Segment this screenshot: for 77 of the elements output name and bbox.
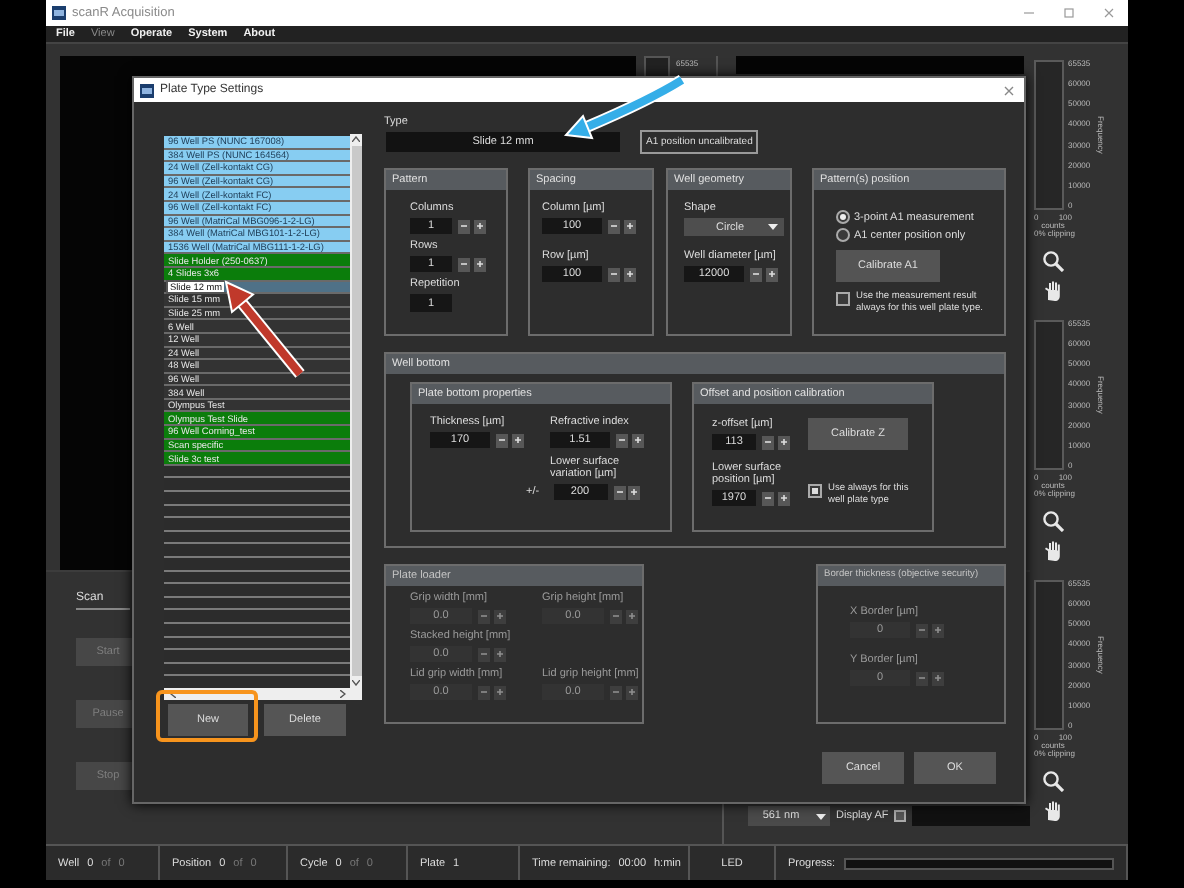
minus-button[interactable]	[458, 257, 470, 271]
plus-icon	[495, 688, 503, 696]
minus-icon	[612, 612, 620, 620]
caret-left-icon	[170, 690, 176, 698]
search-icon[interactable]	[1042, 770, 1064, 792]
radio-button[interactable]	[836, 228, 850, 242]
search-icon[interactable]	[1042, 510, 1064, 532]
minus-icon	[752, 270, 760, 278]
caret-down-icon	[352, 680, 360, 686]
plus-icon	[475, 260, 483, 268]
minus-button[interactable]	[608, 267, 620, 281]
plus-icon	[495, 650, 503, 658]
plus-icon	[633, 436, 641, 444]
minus-button[interactable]	[608, 219, 620, 233]
plus-button[interactable]	[623, 219, 635, 233]
plus-icon	[767, 270, 775, 278]
checkbox[interactable]	[894, 810, 907, 822]
minus-button[interactable]	[613, 485, 625, 499]
minus-button[interactable]	[750, 267, 762, 281]
minus-button[interactable]	[616, 433, 628, 447]
app-icon	[140, 83, 154, 97]
plus-icon	[495, 612, 503, 620]
plus-button[interactable]	[777, 491, 789, 505]
minus-icon	[612, 688, 620, 696]
minus-icon	[615, 488, 623, 496]
caret-right-icon	[340, 690, 346, 698]
minus-icon	[764, 494, 772, 502]
close-icon[interactable]	[1004, 85, 1014, 95]
hand-icon[interactable]	[1042, 540, 1064, 562]
plus-icon	[625, 270, 633, 278]
minus-button[interactable]	[458, 219, 470, 233]
caret-down-icon	[768, 224, 778, 230]
plus-icon	[630, 488, 638, 496]
plus-icon	[475, 222, 483, 230]
minus-icon	[764, 438, 772, 446]
minus-icon	[918, 626, 926, 634]
radio-button[interactable]	[836, 210, 850, 224]
minus-icon	[610, 222, 618, 230]
minus-button[interactable]	[496, 433, 508, 447]
vertical-scrollbar[interactable]	[350, 134, 362, 688]
search-icon[interactable]	[1042, 250, 1064, 272]
plus-icon	[627, 612, 635, 620]
minus-icon	[618, 436, 626, 444]
plus-icon	[779, 494, 787, 502]
plus-button[interactable]	[511, 433, 523, 447]
plus-icon	[513, 436, 521, 444]
plus-button[interactable]	[765, 267, 777, 281]
minus-icon	[480, 688, 488, 696]
checkbox[interactable]	[836, 292, 850, 306]
close-icon[interactable]	[1104, 8, 1114, 18]
minus-icon	[480, 650, 488, 658]
plus-button[interactable]	[473, 257, 485, 271]
minus-button[interactable]	[762, 435, 774, 449]
plus-icon	[933, 626, 941, 634]
plus-button[interactable]	[628, 485, 640, 499]
minus-icon	[498, 436, 506, 444]
minus-button[interactable]	[762, 491, 774, 505]
plus-button[interactable]	[777, 435, 789, 449]
af-display	[912, 806, 1030, 826]
plus-button[interactable]	[631, 433, 643, 447]
plus-icon	[933, 674, 941, 682]
checkbox[interactable]	[808, 484, 822, 498]
hand-icon[interactable]	[1042, 280, 1064, 302]
plus-icon	[625, 222, 633, 230]
minus-icon	[480, 612, 488, 620]
app-icon	[52, 6, 66, 20]
minus-icon	[918, 674, 926, 682]
minus-icon	[460, 222, 468, 230]
plus-icon	[627, 688, 635, 696]
caret-up-icon	[352, 136, 360, 142]
caret-down-icon	[816, 813, 826, 819]
plus-button[interactable]	[473, 219, 485, 233]
minus-icon	[610, 270, 618, 278]
plus-icon	[779, 438, 787, 446]
hand-icon[interactable]	[1042, 800, 1064, 822]
plus-button[interactable]	[623, 267, 635, 281]
minus-icon	[460, 260, 468, 268]
